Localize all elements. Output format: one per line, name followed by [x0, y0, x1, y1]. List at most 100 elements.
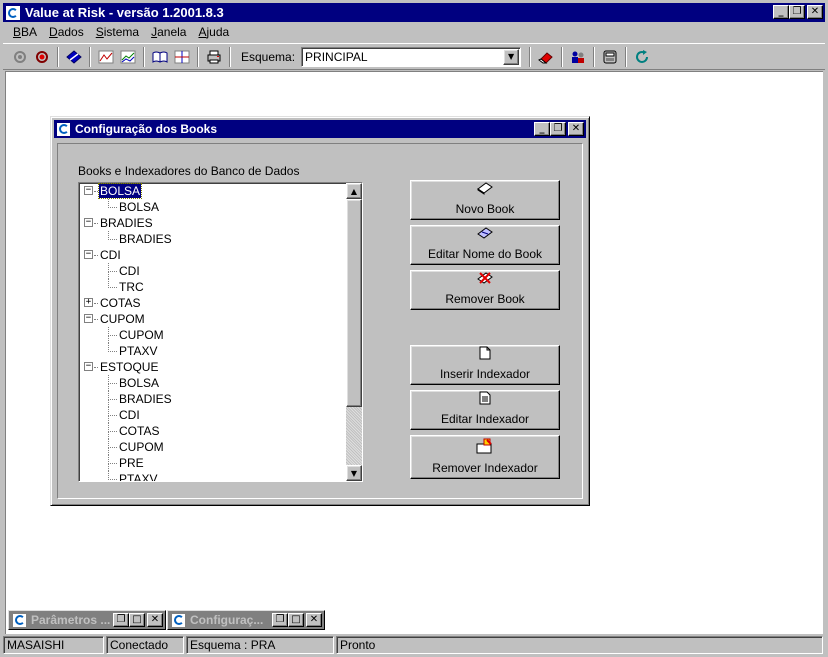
toolbar-separator	[529, 46, 532, 67]
new-book-button[interactable]: Novo Book	[410, 180, 560, 220]
book-open-icon[interactable]	[149, 46, 171, 68]
tree-node-label: BOLSA	[97, 183, 143, 199]
record-on-icon[interactable]	[31, 46, 53, 68]
tree-connector	[94, 255, 98, 256]
toolbar-separator	[625, 46, 628, 67]
chart-grid-icon[interactable]	[171, 46, 193, 68]
maximize-button[interactable]: □	[129, 613, 145, 627]
dialog-title-bar[interactable]: Configuração dos Books _ ❐ ✕	[54, 120, 586, 138]
menu-janela[interactable]: Janela	[145, 25, 192, 39]
status-user: MASAISHI	[3, 636, 104, 654]
schema-value: PRINCIPAL	[305, 49, 368, 64]
menu-sistema[interactable]: Sistema	[90, 25, 145, 39]
tree-node-index[interactable]: BRADIES	[79, 391, 344, 407]
scroll-down-icon[interactable]: ▼	[346, 465, 362, 481]
close-button[interactable]: ✕	[306, 613, 322, 627]
chart-line-icon[interactable]	[95, 46, 117, 68]
tree-scrollbar[interactable]: ▲ ▼	[346, 183, 362, 481]
users-icon[interactable]	[567, 46, 589, 68]
tree-node-index[interactable]: BOLSA	[79, 375, 344, 391]
toolbar-separator	[593, 46, 596, 67]
schema-select[interactable]: PRINCIPAL ▼	[301, 46, 522, 67]
tree-node-index[interactable]: BRADIES	[79, 231, 344, 247]
record-off-icon[interactable]	[9, 46, 31, 68]
books-config-window: Configuração dos Books _ ❐ ✕ Books e Ind…	[50, 116, 590, 506]
tree-node-index[interactable]: CDI	[79, 263, 344, 279]
tree-node-label: COTAS	[119, 424, 160, 438]
diamond-icon[interactable]	[63, 46, 85, 68]
eraser-icon[interactable]	[535, 46, 557, 68]
collapse-icon[interactable]: −	[84, 186, 93, 195]
tree-node-index[interactable]: CUPOM	[79, 327, 344, 343]
tree-node-index[interactable]: CUPOM	[79, 439, 344, 455]
tree-node-label: CUPOM	[119, 440, 164, 454]
maximize-button[interactable]: □	[288, 613, 304, 627]
dialog-restore-button[interactable]: ❐	[550, 122, 566, 136]
tree-node-book[interactable]: − CUPOM	[79, 311, 344, 327]
edit-index-button[interactable]: Editar Indexador	[410, 390, 560, 430]
tree-node-book[interactable]: − BOLSA	[79, 183, 344, 199]
chart-multi-icon[interactable]	[117, 46, 139, 68]
edit-book-name-button[interactable]: Editar Nome do Book	[410, 225, 560, 265]
close-button[interactable]: ✕	[147, 613, 163, 627]
minimize-button[interactable]: _	[773, 5, 789, 19]
book-delete-icon	[476, 271, 494, 289]
menu-dados[interactable]: Dados	[43, 25, 90, 39]
restore-button[interactable]: ❐	[789, 5, 805, 19]
dialog-minimize-button[interactable]: _	[534, 122, 550, 136]
tree-node-index[interactable]: PTAXV	[79, 343, 344, 359]
refresh-icon[interactable]	[631, 46, 653, 68]
printer-icon[interactable]	[203, 46, 225, 68]
remove-index-button[interactable]: Remover Indexador	[410, 435, 560, 479]
tree-node-label: BOLSA	[119, 200, 160, 214]
tree-node-book[interactable]: + COTAS	[79, 295, 344, 311]
tree-node-index[interactable]: BOLSA	[79, 199, 344, 215]
tree-node-book[interactable]: − CDI	[79, 247, 344, 263]
scroll-thumb[interactable]	[346, 199, 362, 407]
menu-bba[interactable]: BBA	[7, 25, 43, 39]
tree-connector	[94, 223, 98, 224]
collapse-icon[interactable]: −	[84, 250, 93, 259]
tree-node-index[interactable]: COTAS	[79, 423, 344, 439]
books-tree[interactable]: − BOLSA BOLSA − BRADIES BRADIES − CDI CDI TRC + COT…	[78, 182, 363, 482]
toolbar-separator	[143, 46, 145, 67]
collapse-icon[interactable]: −	[84, 314, 93, 323]
collapse-icon[interactable]: −	[84, 218, 93, 227]
tree-node-book[interactable]: − BRADIES	[79, 215, 344, 231]
close-button[interactable]: ✕	[807, 5, 823, 19]
tree-connector	[94, 303, 98, 304]
app-title-bar[interactable]: Value at Risk - versão 1.2001.8.3 _ ❐ ✕	[3, 3, 825, 22]
menu-ajuda[interactable]: Ajuda	[192, 25, 235, 39]
dialog-close-button[interactable]: ✕	[568, 122, 584, 136]
restore-button[interactable]: ❐	[113, 613, 129, 627]
tree-connector	[108, 447, 109, 455]
tree-node-label: ESTOQUE	[100, 360, 159, 374]
tree-node-index[interactable]: PTAXV	[79, 471, 344, 482]
tree-node-label: BRADIES	[119, 232, 172, 246]
calculator-icon[interactable]	[599, 46, 621, 68]
tree-node-label: PRE	[119, 456, 144, 470]
app-logo-icon	[5, 4, 21, 21]
tree-node-label: CDI	[100, 248, 121, 262]
tree-node-label: CDI	[119, 408, 140, 422]
tree-node-label: PTAXV	[119, 472, 158, 482]
expand-icon[interactable]: +	[84, 298, 93, 307]
scroll-up-icon[interactable]: ▲	[346, 183, 362, 199]
remove-book-button[interactable]: Remover Book	[410, 270, 560, 310]
status-connection: Conectado	[106, 636, 184, 654]
restore-button[interactable]: ❐	[272, 613, 288, 627]
chevron-down-icon[interactable]: ▼	[503, 48, 520, 65]
insert-index-button[interactable]: Inserir Indexador	[410, 345, 560, 385]
tree-node-index[interactable]: TRC	[79, 279, 344, 295]
tree-node-book[interactable]: − ESTOQUE	[79, 359, 344, 375]
book-icon	[476, 181, 494, 199]
edit-document-icon	[479, 391, 491, 409]
tree-node-label: BOLSA	[119, 376, 160, 390]
tree-node-index[interactable]: CDI	[79, 407, 344, 423]
minimized-window-parametros[interactable]: Parâmetros ... ❐ □ ✕	[8, 610, 166, 630]
minimized-window-configuracao[interactable]: Configuraç... ❐ □ ✕	[167, 610, 325, 630]
collapse-icon[interactable]: −	[84, 362, 93, 371]
tree-label: Books e Indexadores do Banco de Dados	[78, 164, 300, 178]
menu-bar: BBA Dados Sistema Janela Ajuda	[3, 22, 825, 42]
tree-node-index[interactable]: PRE	[79, 455, 344, 471]
